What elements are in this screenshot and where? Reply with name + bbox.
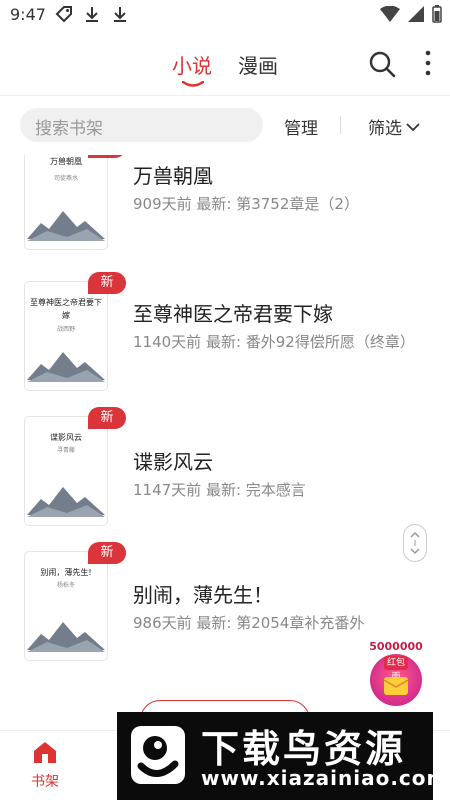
home-icon [34, 742, 56, 763]
book-title: 至尊神医之帝君要下嫁 [133, 302, 333, 326]
book-item[interactable]: 万兽朝凰 司徒燕水 新 万兽朝凰 909天前 最新: 第3752章是（2） [0, 155, 450, 252]
red-packet-count: 5000000 [369, 640, 423, 653]
nav-shelf-label: 书架 [31, 774, 59, 790]
book-title: 万兽朝凰 [133, 164, 213, 188]
tab-comic[interactable]: 漫画 [238, 50, 278, 79]
download-icon [86, 7, 98, 22]
search-icon[interactable] [368, 50, 396, 78]
download-icon [114, 7, 126, 22]
book-cover: 谍影风云 寻青藤 [24, 416, 108, 526]
watermark-banner: 下载鸟资源 www.xiazainiao.com [117, 712, 447, 800]
app-header: 小说 漫画 [0, 30, 450, 96]
fast-scroll-handle[interactable] [403, 524, 427, 562]
cover-author: 司徒燕水 [53, 175, 78, 182]
book-cover: 至尊神医之帝君要下嫁 战西野 [24, 281, 108, 391]
new-badge: 新 [88, 407, 126, 429]
active-tab-indicator [182, 81, 204, 87]
chevron-down-icon [406, 122, 420, 131]
new-badge: 新 [88, 272, 126, 294]
cover-title: 别闹，薄先生! [40, 568, 92, 577]
watermark-text: 下载鸟资源 [201, 727, 407, 771]
book-meta: 986天前 最新: 第2054章补充番外 [133, 614, 365, 632]
wifi-icon [380, 6, 400, 22]
book-title: 谍影风云 [133, 450, 213, 474]
cover-author: 寻青藤 [56, 447, 75, 454]
new-badge: 新 [88, 155, 126, 158]
mountain-illustration [27, 211, 105, 241]
scroll-arrows-icon [410, 531, 420, 555]
shelf-toolbar: 搜索书架 管理 筛选 [0, 96, 450, 154]
red-packet-promo[interactable]: 5000000 红包雨 [366, 640, 426, 706]
battery-icon [432, 5, 442, 23]
filter-button[interactable]: 筛选 [368, 114, 420, 139]
bird-logo-icon [131, 726, 185, 784]
cover-author: 杨栎冬 [56, 582, 75, 589]
book-item[interactable]: 谍影风云 寻青藤 新 谍影风云 1147天前 最新: 完本感言 [0, 407, 450, 528]
search-placeholder: 搜索书架 [35, 119, 103, 139]
cover-title: 谍影风云 [50, 433, 82, 442]
book-item[interactable]: 至尊神医之帝君要下嫁 战西野 新 至尊神医之帝君要下嫁 1140天前 最新: 番… [0, 272, 450, 393]
cover-author: 战西野 [56, 326, 75, 333]
red-packet-label: 红包雨 [384, 656, 408, 682]
mountain-illustration [27, 622, 105, 652]
book-cover: 万兽朝凰 司徒燕水 [24, 155, 108, 250]
mountain-illustration [27, 352, 105, 382]
divider [340, 116, 341, 134]
more-options-icon[interactable] [418, 48, 438, 78]
new-badge: 新 [88, 542, 126, 564]
status-time: 9:47 [10, 5, 46, 24]
manage-button[interactable]: 管理 [284, 114, 318, 139]
nav-item-bookshelf[interactable]: 书架 [27, 739, 63, 791]
mountain-illustration [27, 487, 105, 517]
signal-icon [408, 6, 424, 22]
book-cover: 别闹，薄先生! 杨栎冬 [24, 551, 108, 661]
book-meta: 1147天前 最新: 完本感言 [133, 481, 306, 499]
status-bar: 9:47 [0, 0, 450, 30]
filter-label: 筛选 [368, 119, 402, 139]
red-envelope-icon [383, 677, 409, 695]
tag-icon [55, 6, 72, 23]
tab-novel[interactable]: 小说 [172, 50, 212, 79]
book-meta: 1140天前 最新: 番外92得偿所愿（终章） [133, 333, 415, 351]
search-input[interactable]: 搜索书架 [20, 108, 263, 142]
book-meta: 909天前 最新: 第3752章是（2） [133, 195, 359, 213]
cover-title: 至尊神医之帝君要下嫁 [30, 298, 102, 320]
watermark-url: www.xiazainiao.com [201, 766, 449, 790]
book-title: 别闹，薄先生！ [133, 583, 273, 607]
